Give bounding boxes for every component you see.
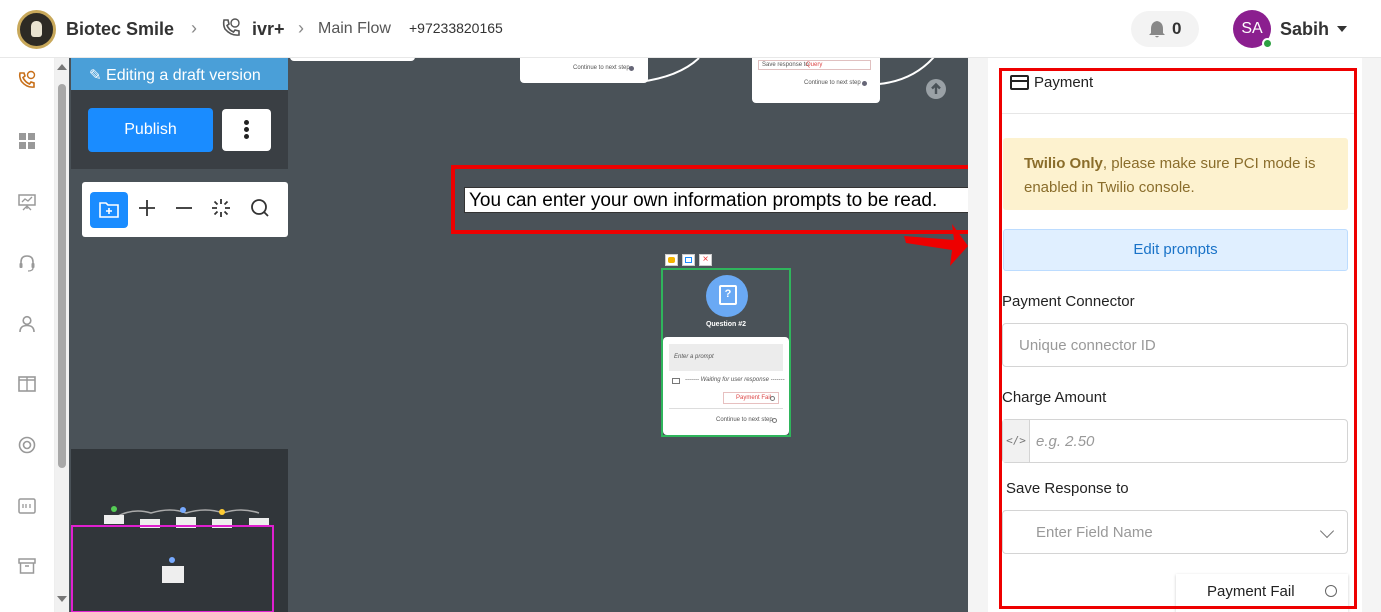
node-copy-icon[interactable]: [682, 254, 695, 266]
dot: [244, 127, 249, 132]
waiting-label: ------- Waiting for user response ------…: [685, 377, 785, 383]
canvas-toolbar: [82, 182, 288, 237]
search-icon[interactable]: [248, 196, 272, 220]
bell-icon: [1149, 21, 1165, 38]
more-options-button[interactable]: [222, 109, 271, 151]
ivr-icon[interactable]: [17, 70, 37, 90]
edit-icon: ✎: [89, 67, 102, 84]
dashboard-icon[interactable]: [17, 131, 37, 151]
card-icon: [672, 378, 680, 384]
presentation-icon[interactable]: [17, 192, 37, 212]
continue-label: Continue to next step: [804, 80, 861, 86]
draft-banner: ✎ Editing a draft version: [71, 58, 288, 90]
connection-line: [879, 58, 935, 85]
arrow-right-icon: [904, 224, 968, 266]
save-response-label: Save response to: [762, 62, 809, 68]
connector-dot[interactable]: [770, 396, 775, 401]
question-title: Question #2: [705, 321, 747, 328]
caret-down-icon[interactable]: [1337, 26, 1347, 32]
breadcrumb-flow[interactable]: Main Flow: [318, 20, 391, 38]
flow-canvas[interactable]: Continue to next step Save response to Q…: [69, 58, 968, 612]
question-node[interactable]: Question #2 Enter a prompt ------- Waiti…: [661, 268, 791, 437]
online-status-dot: [1262, 38, 1273, 49]
divider: [669, 408, 783, 409]
question-icon: [706, 275, 748, 317]
question-node-body: Enter a prompt ------- Waiting for user …: [663, 337, 789, 435]
payment-fail-label: Payment Fail: [736, 395, 772, 401]
dot: [244, 134, 249, 139]
connector-dot[interactable]: [629, 66, 634, 71]
top-header: Biotec Smile › ivr+ › Main Flow +9723382…: [0, 0, 1381, 58]
chevron-right-icon: ›: [191, 18, 197, 38]
zoom-out-icon[interactable]: [172, 196, 196, 220]
dot: [244, 120, 249, 125]
prompt-box[interactable]: Enter a prompt: [669, 344, 783, 371]
breadcrumb-company[interactable]: Biotec Smile: [66, 19, 174, 40]
payment-fail-branch[interactable]: Payment Fail: [723, 392, 779, 404]
headset-icon[interactable]: [17, 253, 37, 273]
breadcrumb-ivr[interactable]: ivr+: [252, 19, 285, 40]
scroll-down-arrow[interactable]: [57, 596, 67, 602]
flow-node-top-right[interactable]: Save response to Query Continue to next …: [752, 58, 880, 103]
save-response-row: Save response to Query: [758, 60, 871, 70]
connector-dot[interactable]: [772, 418, 777, 423]
panel-scrollbar[interactable]: [1362, 58, 1381, 612]
minimap-viewport[interactable]: [71, 525, 274, 612]
annotation-text: You can enter your own information promp…: [464, 187, 968, 213]
add-folder-button[interactable]: [90, 192, 128, 228]
continue-label: Continue to next step: [573, 65, 630, 71]
book-icon[interactable]: [17, 374, 37, 394]
connector-dot[interactable]: [862, 81, 867, 86]
highlight-frame: [999, 68, 1357, 609]
fit-view-icon[interactable]: [209, 196, 233, 220]
ivr-phone-icon: [222, 18, 240, 36]
notification-count: 0: [1172, 19, 1182, 38]
archive-icon[interactable]: [17, 556, 37, 576]
zoom-in-icon[interactable]: [135, 196, 159, 220]
prompt-placeholder: Enter a prompt: [674, 354, 714, 360]
save-response-field: Query: [806, 62, 823, 68]
connection-line: [639, 58, 700, 83]
scroll-up-arrow[interactable]: [57, 64, 67, 70]
node-edit-icon[interactable]: [665, 254, 678, 266]
node-delete-icon[interactable]: ×: [699, 254, 712, 266]
scroll-up-circle-icon[interactable]: [926, 79, 946, 99]
flow-node-fragment[interactable]: [290, 58, 415, 61]
draft-label: Editing a draft version: [106, 67, 261, 84]
lifebuoy-icon[interactable]: [17, 435, 37, 455]
keyboard-icon[interactable]: [17, 496, 37, 516]
continue-label: Continue to next step: [716, 417, 773, 423]
flow-node-top-left[interactable]: Continue to next step: [520, 58, 648, 83]
left-sidebar: [0, 58, 55, 612]
user-name[interactable]: Sabih: [1280, 19, 1329, 40]
scrollbar-thumb[interactable]: [58, 84, 66, 468]
phone-number: +97233820165: [409, 20, 503, 36]
user-icon[interactable]: [17, 314, 37, 334]
notifications-button[interactable]: [1131, 11, 1199, 47]
company-logo[interactable]: [17, 10, 56, 49]
chevron-right-icon: ›: [298, 18, 304, 38]
publish-button[interactable]: Publish: [88, 108, 213, 152]
folder-plus-icon: [99, 202, 119, 218]
